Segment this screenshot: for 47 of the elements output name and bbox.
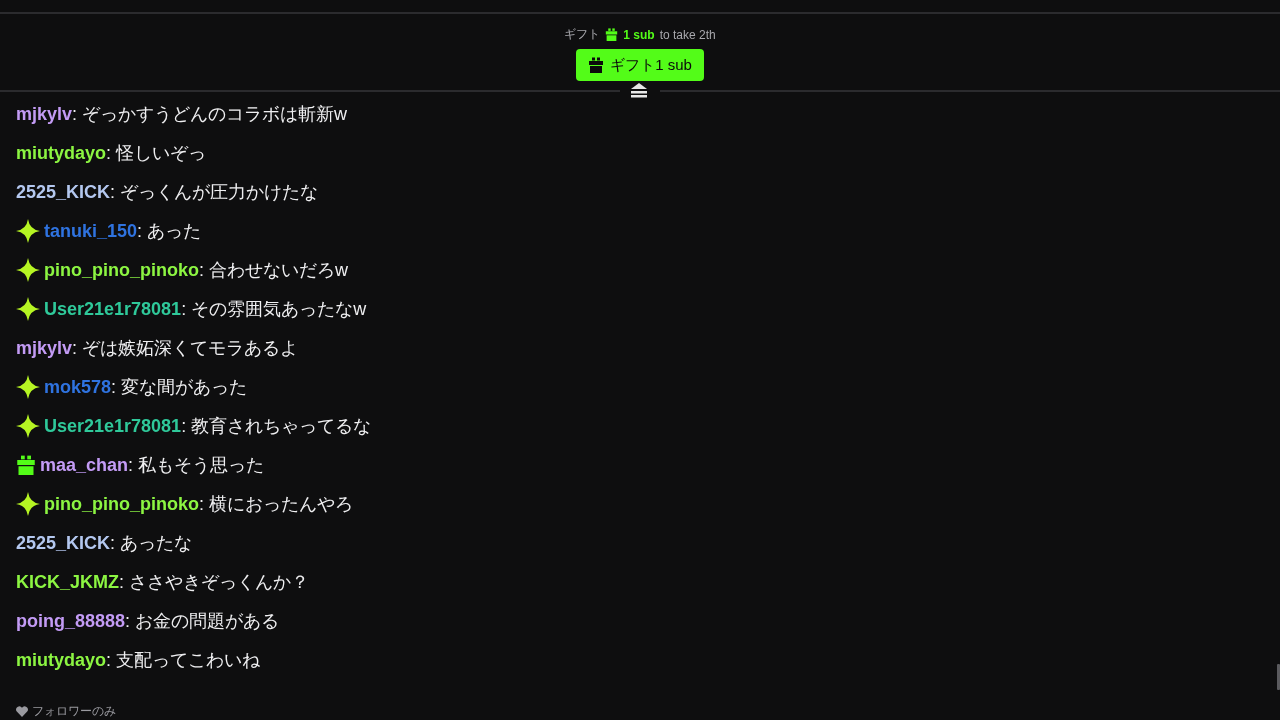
chat-message: : お金の問題がある xyxy=(125,610,280,633)
chat-message: : 横におったんやろ xyxy=(199,493,353,516)
chat-message: : 私もそう思った xyxy=(128,454,265,477)
gift-icon xyxy=(588,57,605,73)
heart-icon xyxy=(16,706,28,717)
sparkle-icon xyxy=(16,492,40,516)
chat-message: : 支配ってこわいね xyxy=(106,649,261,672)
chat-username[interactable]: 2525_KICK xyxy=(16,532,111,554)
chat-message: : 教育されちゃってるな xyxy=(181,415,372,438)
gift-icon xyxy=(16,455,36,475)
chat-username[interactable]: 2525_KICK xyxy=(16,181,111,203)
gift-goal-text: to take 2th xyxy=(659,27,716,42)
chat-username[interactable]: mok578 xyxy=(44,376,112,398)
gift-goal-label: ギフト xyxy=(564,26,601,43)
chat-message: : ぞっくんが圧力かけたな xyxy=(110,181,319,204)
sparkle-icon xyxy=(16,414,40,438)
gift-icon xyxy=(605,28,619,41)
chat-username[interactable]: mjkylv xyxy=(16,103,73,125)
chat-username[interactable]: pino_pino_pinoko xyxy=(44,259,199,281)
chat-username[interactable]: User21e1r78081 xyxy=(44,298,182,320)
chat-username[interactable]: pino_pino_pinoko xyxy=(44,493,199,515)
chat-username[interactable]: KICK_JKMZ xyxy=(16,571,119,593)
chat-message: : あったな xyxy=(110,532,193,555)
chat-message: : ぞっかすうどんのコラボは斬新w xyxy=(72,103,348,126)
sparkle-icon xyxy=(16,375,40,399)
chat-message: : その雰囲気あったなw xyxy=(181,298,367,321)
chat-message: : 怪しいぞっ xyxy=(106,142,207,165)
eject-icon[interactable] xyxy=(630,83,648,98)
chat-message: : 変な間があった xyxy=(111,376,248,399)
chat-username[interactable]: miutydayo xyxy=(16,142,107,164)
gift-sub-button[interactable]: ギフト1 sub xyxy=(576,49,704,81)
chat-message: : ぞは嫉妬深くてモラあるよ xyxy=(72,337,299,360)
chat-username[interactable]: User21e1r78081 xyxy=(44,415,182,437)
chat-username[interactable]: poing_88888 xyxy=(16,610,126,632)
gift-amount: 1 sub xyxy=(623,27,655,42)
sparkle-icon xyxy=(16,219,40,243)
chat-username[interactable]: miutydayo xyxy=(16,649,107,671)
chat-message: : あった xyxy=(137,220,202,243)
chat-username[interactable]: tanuki_150 xyxy=(44,220,138,242)
chat-message: : ささやきぞっくんか？ xyxy=(119,571,310,594)
sparkle-icon xyxy=(16,297,40,321)
chat-mode-label: フォロワーのみ xyxy=(32,703,116,720)
scrollbar-thumb[interactable] xyxy=(1277,664,1280,690)
chat-username[interactable]: maa_chan xyxy=(40,454,129,476)
chat-message: : 合わせないだろw xyxy=(199,259,348,282)
sparkle-icon xyxy=(16,258,40,282)
chat-username[interactable]: mjkylv xyxy=(16,337,73,359)
